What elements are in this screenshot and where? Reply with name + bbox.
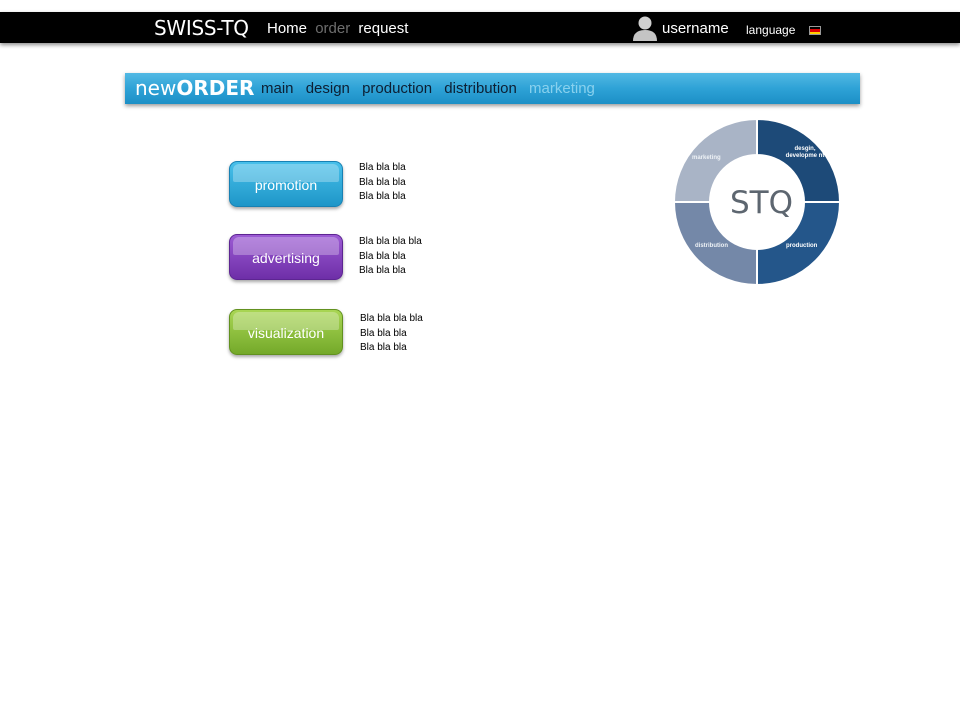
top-bar: SWISS-TQ Home order request username lan… <box>0 12 960 43</box>
promotion-button[interactable]: promotion <box>229 161 343 207</box>
order-bar: newORDER main design production distribu… <box>125 73 860 104</box>
tab-marketing[interactable]: marketing <box>529 80 595 97</box>
ring-label-distribution: distribution <box>695 243 728 249</box>
description-line: Bla bla bla <box>359 176 406 188</box>
order-title-prefix: new <box>135 76 177 100</box>
brand-logo-text[interactable]: SWISS-TQ <box>154 16 249 40</box>
nav-request-link[interactable]: request <box>358 20 408 37</box>
ring-label-production: production <box>786 243 818 249</box>
description-line: Bla bla bla <box>359 250 406 262</box>
ring-label-design: desgin, developme nt <box>785 146 825 159</box>
visualization-description: Bla bla bla bla Bla bla bla Bla bla bla <box>360 312 423 356</box>
description-line: Bla bla bla <box>360 327 407 339</box>
nav-home-link[interactable]: Home <box>267 20 307 37</box>
tab-distribution[interactable]: distribution <box>444 80 517 97</box>
order-tabs: main design production distribution mark… <box>261 80 603 97</box>
description-line: Bla bla bla bla <box>359 236 422 247</box>
order-title: newORDER <box>135 76 254 100</box>
language-selector[interactable]: language <box>746 23 795 37</box>
username-link[interactable]: username <box>662 20 729 37</box>
tab-design[interactable]: design <box>306 80 350 97</box>
tab-main[interactable]: main <box>261 80 294 97</box>
description-line: Bla bla bla <box>359 191 406 202</box>
user-avatar-icon[interactable] <box>632 15 658 41</box>
description-line: Bla bla bla <box>360 342 407 353</box>
visualization-button-label: visualization <box>247 325 325 341</box>
description-line: Bla bla bla <box>359 265 406 276</box>
language-flag-icon[interactable] <box>809 26 821 35</box>
ring-label-marketing: marketing <box>692 155 721 161</box>
ring-center-label: STQ <box>730 185 794 221</box>
top-nav: Home order request <box>267 20 412 37</box>
promotion-button-label: promotion <box>254 177 318 193</box>
description-line: Bla bla bla <box>359 162 406 173</box>
order-title-main: ORDER <box>176 76 255 100</box>
promotion-description: Bla bla bla Bla bla bla Bla bla bla <box>359 161 406 205</box>
visualization-button[interactable]: visualization <box>229 309 343 355</box>
nav-order-link[interactable]: order <box>315 20 350 37</box>
description-line: Bla bla bla bla <box>360 313 423 324</box>
advertising-button-label: advertising <box>252 250 320 266</box>
advertising-description: Bla bla bla bla Bla bla bla Bla bla bla <box>359 235 422 279</box>
advertising-button[interactable]: advertising <box>229 234 343 280</box>
tab-production[interactable]: production <box>362 80 432 97</box>
